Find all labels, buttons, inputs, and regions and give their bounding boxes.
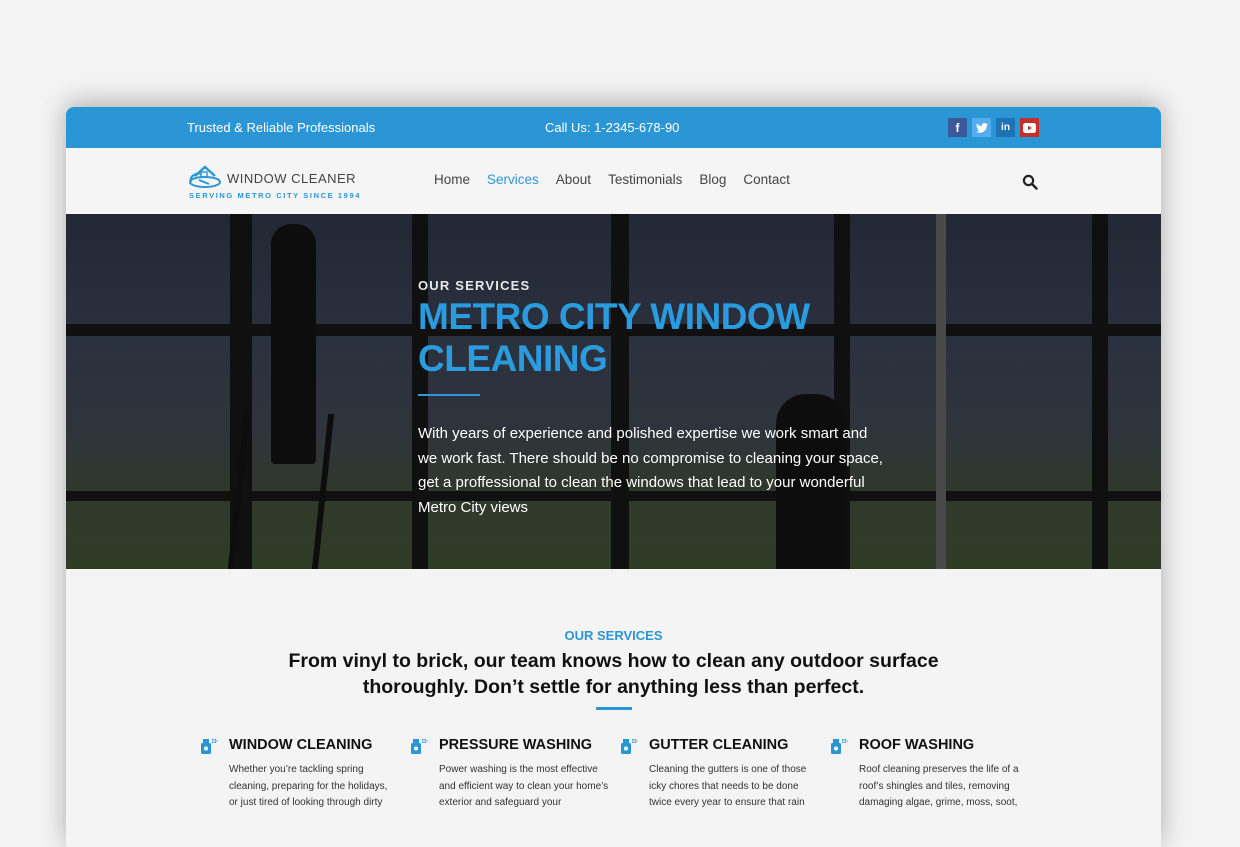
search-icon[interactable] (1022, 174, 1038, 190)
hero-description: With years of experience and polished ex… (418, 425, 883, 516)
service-title: ROOF WASHING (859, 737, 975, 753)
service-title: WINDOW CLEANING (229, 737, 373, 753)
site-logo[interactable]: WINDOW CLEANER SERVING METRO CITY SINCE … (187, 162, 367, 202)
services-heading: From vinyl to brick, our team knows how … (288, 650, 939, 698)
nav-home[interactable]: Home (434, 172, 470, 187)
youtube-icon[interactable] (1020, 118, 1039, 137)
logo-name: WINDOW CLEANER (227, 171, 357, 186)
service-title: GUTTER CLEANING (649, 737, 789, 753)
spray-bottle-icon (411, 739, 428, 754)
service-description: Whether you’re tackling spring cleaning,… (229, 764, 388, 808)
spray-bottle-icon (201, 739, 218, 754)
service-card-window-cleaning[interactable]: WINDOW CLEANING Whether you’re tackling … (200, 735, 410, 812)
top-bar: Trusted & Reliable Professionals Call Us… (66, 107, 1161, 148)
nav-contact[interactable]: Contact (743, 172, 790, 187)
service-card-pressure-washing[interactable]: PRESSURE WASHING Power washing is the mo… (410, 735, 620, 812)
services-eyebrow: OUR SERVICES (564, 628, 663, 643)
social-links: f in (948, 118, 1039, 137)
facebook-icon[interactable]: f (948, 118, 967, 137)
phone-number[interactable]: Call Us: 1-2345-678-90 (545, 120, 679, 135)
nav-blog[interactable]: Blog (699, 172, 726, 187)
hero-content: OUR SERVICES METRO CITY WINDOW CLEANING … (418, 278, 888, 520)
service-description: Power washing is the most effective and … (439, 764, 609, 808)
service-cards: WINDOW CLEANING Whether you’re tackling … (200, 735, 1040, 812)
service-title: PRESSURE WASHING (439, 737, 593, 753)
nav-about[interactable]: About (556, 172, 591, 187)
spray-bottle-icon (831, 739, 848, 754)
services-divider (596, 707, 632, 710)
service-card-roof-washing[interactable]: ROOF WASHING Roof cleaning preserves the… (830, 735, 1040, 812)
linkedin-icon[interactable]: in (996, 118, 1015, 137)
hero-banner: OUR SERVICES METRO CITY WINDOW CLEANING … (66, 214, 1161, 569)
tagline: Trusted & Reliable Professionals (187, 120, 376, 135)
hero-eyebrow: OUR SERVICES (418, 278, 531, 293)
logo-tagline: SERVING METRO CITY SINCE 1994 (189, 191, 361, 200)
main-nav: WINDOW CLEANER SERVING METRO CITY SINCE … (66, 148, 1161, 214)
house-logo-icon (189, 165, 221, 188)
hero-divider (418, 394, 480, 396)
browser-page: Trusted & Reliable Professionals Call Us… (66, 107, 1161, 847)
service-card-gutter-cleaning[interactable]: GUTTER CLEANING Cleaning the gutters is … (620, 735, 830, 812)
spray-bottle-icon (621, 739, 638, 754)
nav-services[interactable]: Services (487, 172, 539, 187)
services-section: OUR SERVICES From vinyl to brick, our te… (66, 569, 1161, 847)
service-description: Cleaning the gutters is one of those ick… (649, 764, 807, 808)
nav-menu: Home Services About Testimonials Blog Co… (434, 172, 790, 187)
hero-title: METRO CITY WINDOW CLEANING (418, 296, 810, 379)
twitter-icon[interactable] (972, 118, 991, 137)
service-description: Roof cleaning preserves the life of a ro… (859, 764, 1019, 808)
nav-testimonials[interactable]: Testimonials (608, 172, 682, 187)
